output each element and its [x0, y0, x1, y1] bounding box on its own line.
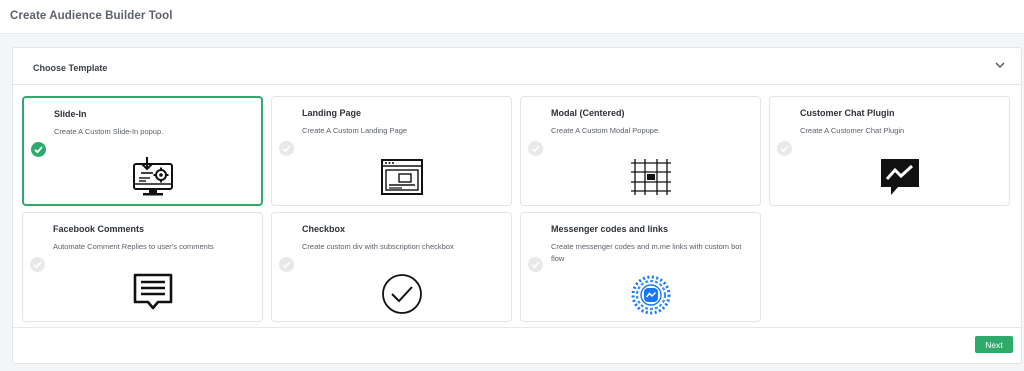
page-header: Create Audience Builder Tool — [0, 0, 1024, 34]
checkmark-circle-icon — [382, 274, 422, 314]
chevron-down-icon[interactable] — [993, 58, 1007, 72]
card-description: Create A Custom Slide-In popup. — [54, 127, 164, 136]
next-button[interactable]: Next — [975, 336, 1013, 353]
unselected-check-icon — [30, 257, 45, 272]
unselected-check-icon — [279, 257, 294, 272]
card-description: Create A Custom Modal Popupe. — [551, 126, 661, 135]
template-card-modal-centered[interactable]: Modal (Centered) Create A Custom Modal P… — [520, 96, 761, 206]
card-title: Messenger codes and links — [551, 224, 669, 234]
browser-window-icon — [381, 159, 423, 195]
card-title: Customer Chat Plugin — [800, 108, 895, 118]
card-title: Landing Page — [302, 108, 362, 118]
selected-check-icon — [31, 142, 46, 157]
chat-bubble-icon — [881, 159, 919, 195]
template-card-messenger-codes[interactable]: Messenger codes and links Create messeng… — [520, 212, 761, 322]
card-description: Automate Comment Replies to user's comme… — [53, 242, 214, 251]
card-description: Create custom div with subscription chec… — [302, 242, 454, 251]
panel-header[interactable]: Choose Template — [13, 48, 1021, 85]
card-title: Modal (Centered) — [551, 108, 625, 118]
choose-template-panel: Choose Template Slide-In Create A Custom… — [12, 47, 1022, 364]
card-title: Slide-In — [54, 109, 87, 119]
template-card-landing-page[interactable]: Landing Page Create A Custom Landing Pag… — [271, 96, 512, 206]
template-card-slide-in[interactable]: Slide-In Create A Custom Slide-In popup. — [22, 96, 263, 206]
unselected-check-icon — [279, 141, 294, 156]
template-card-facebook-comments[interactable]: Facebook Comments Automate Comment Repli… — [22, 212, 263, 322]
unselected-check-icon — [528, 141, 543, 156]
card-title: Checkbox — [302, 224, 346, 234]
template-card-checkbox[interactable]: Checkbox Create custom div with subscrip… — [271, 212, 512, 322]
grid-center-icon — [631, 159, 671, 195]
unselected-check-icon — [777, 141, 792, 156]
card-description: Create A Custom Landing Page — [302, 126, 408, 135]
template-card-customer-chat-plugin[interactable]: Customer Chat Plugin Create A Customer C… — [769, 96, 1010, 206]
panel-footer: Next — [13, 327, 1021, 363]
card-title: Facebook Comments — [53, 224, 145, 234]
card-description: Create A Customer Chat Plugin — [800, 126, 905, 135]
card-description: Create messenger codes and m.me links wi… — [551, 242, 742, 263]
comment-lines-icon — [133, 273, 173, 310]
page-title: Create Audience Builder Tool — [10, 10, 173, 22]
messenger-code-icon — [631, 275, 671, 315]
unselected-check-icon — [528, 257, 543, 272]
panel-title: Choose Template — [33, 63, 108, 73]
monitor-download-gear-icon — [133, 157, 173, 196]
